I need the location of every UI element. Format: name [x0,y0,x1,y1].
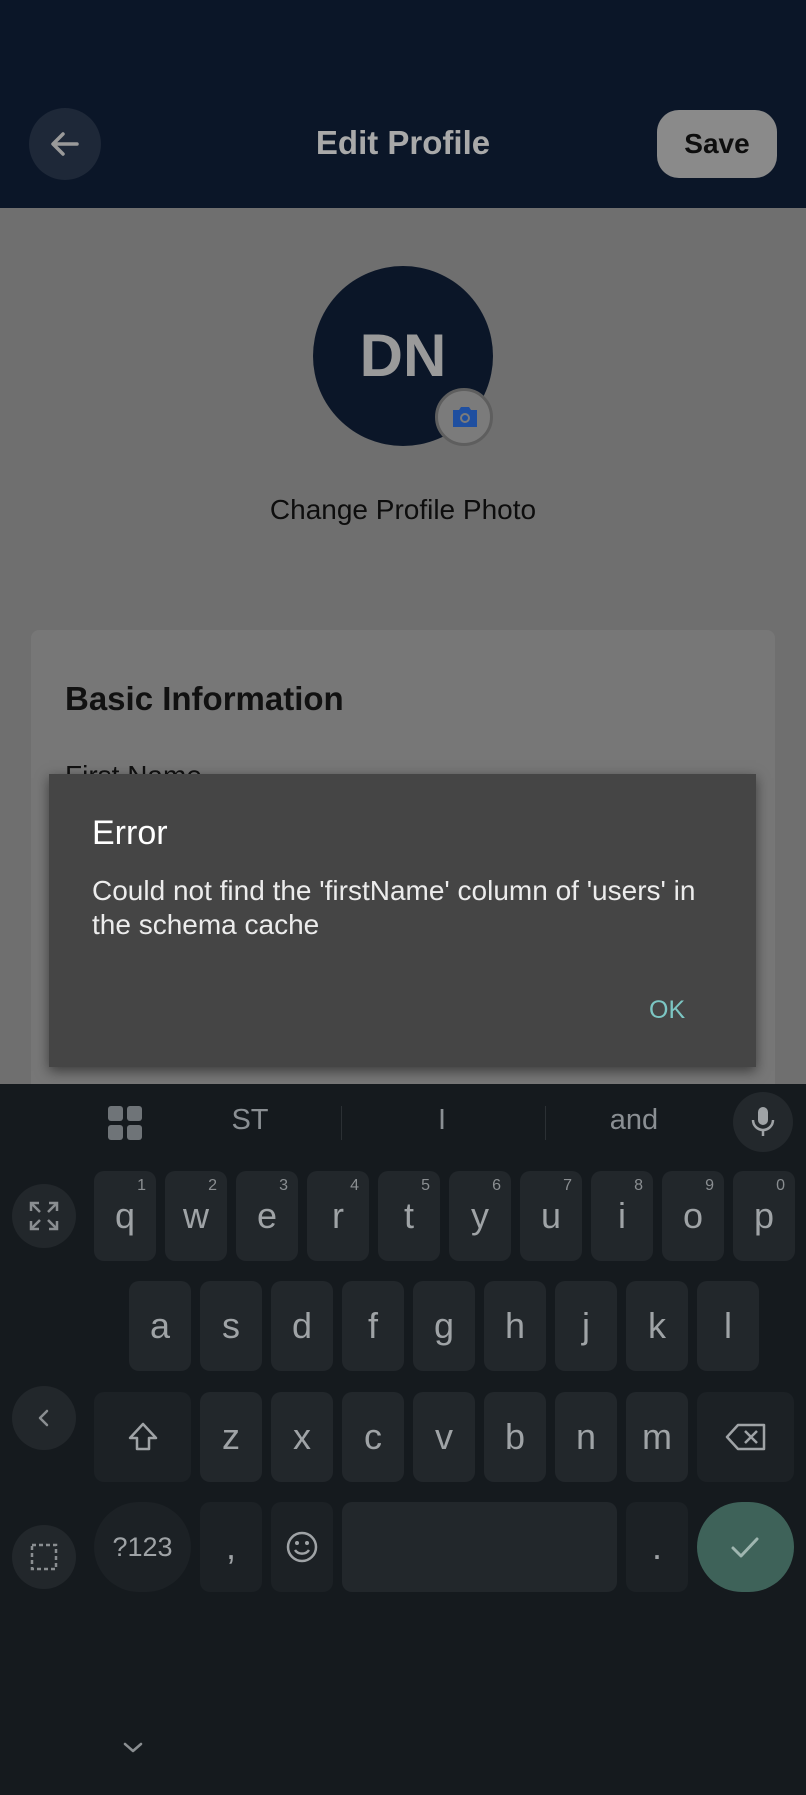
key-w[interactable]: w2 [165,1171,227,1261]
suggestion-divider [545,1106,546,1140]
key-y[interactable]: y6 [449,1171,511,1261]
key-h[interactable]: h [484,1281,546,1371]
key-m[interactable]: m [626,1392,688,1482]
space-key[interactable] [342,1502,617,1592]
key-n[interactable]: n [555,1392,617,1482]
key-hint: 9 [705,1177,714,1194]
change-photo-button[interactable] [435,388,493,446]
camera-icon [453,407,477,427]
text-select-button[interactable] [12,1525,76,1589]
key-x[interactable]: x [271,1392,333,1482]
key-label: o [682,1195,704,1236]
key-b[interactable]: b [484,1392,546,1482]
key-a[interactable]: a [129,1281,191,1371]
key-o[interactable]: o9 [662,1171,724,1261]
key-l[interactable]: l [697,1281,759,1371]
key-e[interactable]: e3 [236,1171,298,1261]
checkmark-icon [731,1537,759,1558]
key-j[interactable]: j [555,1281,617,1371]
key-label: r [332,1195,344,1236]
soft-keyboard: ST I and q 1 w 2 e 3 r 4 t 5 y 6 u 7 i 8… [0,1084,806,1795]
key-label: y [471,1195,489,1236]
key-p[interactable]: p0 [733,1171,795,1261]
suggestion-divider [341,1106,342,1140]
key-f[interactable]: f [342,1281,404,1371]
dialog-title: Error [92,814,168,852]
key-label: p [753,1195,775,1236]
section-title: Basic Information [65,680,344,717]
key-r[interactable]: r4 [307,1171,369,1261]
change-photo-label[interactable]: Change Profile Photo [0,494,806,526]
key-hint: 6 [492,1177,501,1194]
emoji-key[interactable] [271,1502,333,1592]
key-label: q [114,1195,136,1236]
select-area-icon [30,1543,58,1571]
emoji-icon [286,1531,318,1563]
key-label: u [540,1195,562,1236]
dialog-message: Could not find the 'firstName' column of… [92,875,696,940]
comma-key[interactable]: , [200,1502,262,1592]
key-label: i [618,1195,626,1236]
suggestion-3[interactable]: and [574,1104,694,1137]
key-c[interactable]: c [342,1392,404,1482]
key-s[interactable]: s [200,1281,262,1371]
hide-keyboard-button[interactable] [118,1738,148,1763]
key-hint: 4 [350,1177,359,1194]
key-z[interactable]: z [200,1392,262,1482]
app-header: Edit Profile Save [0,0,806,208]
voice-input-button[interactable] [733,1092,793,1152]
shift-icon [128,1422,157,1451]
key-hint: 0 [776,1177,785,1194]
enter-key[interactable] [697,1502,794,1592]
shift-key[interactable] [94,1392,191,1482]
app-screen: Edit Profile Save DN Change Profile Phot… [0,0,806,1795]
backspace-icon [725,1423,765,1451]
save-button[interactable]: Save [657,110,777,178]
suggestion-bar: ST I and [0,1084,806,1159]
chevron-left-icon [38,1409,49,1427]
key-hint: 7 [563,1177,572,1194]
key-k[interactable]: k [626,1281,688,1371]
key-hint: 1 [137,1177,146,1194]
key-label: e [256,1195,278,1236]
cursor-left-button[interactable] [12,1386,76,1450]
backspace-key[interactable] [697,1392,794,1482]
ok-button[interactable]: OK [649,996,685,1025]
key-d[interactable]: d [271,1281,333,1371]
apps-grid-icon[interactable] [108,1106,142,1140]
error-dialog: Error Could not find the 'firstName' col… [49,774,756,1067]
resize-keyboard-button[interactable] [12,1184,76,1248]
chevron-down-icon [123,1742,143,1753]
period-key[interactable]: . [626,1502,688,1592]
suggestion-1[interactable]: ST [190,1104,310,1137]
microphone-icon [751,1107,775,1136]
key-g[interactable]: g [413,1281,475,1371]
symbols-key[interactable]: ?123 [94,1502,191,1592]
key-hint: 5 [421,1177,430,1194]
key-u[interactable]: u7 [520,1171,582,1261]
key-label: t [403,1195,414,1236]
key-hint: 8 [634,1177,643,1194]
key-hint: 3 [279,1177,288,1194]
key-t[interactable]: t5 [378,1171,440,1261]
key-i[interactable]: i8 [591,1171,653,1261]
key-hint: 2 [208,1177,217,1194]
key-v[interactable]: v [413,1392,475,1482]
key-label: w [183,1195,209,1236]
key-q[interactable]: q1 [94,1171,156,1261]
suggestion-2[interactable]: I [382,1104,502,1137]
expand-icon [29,1201,59,1231]
